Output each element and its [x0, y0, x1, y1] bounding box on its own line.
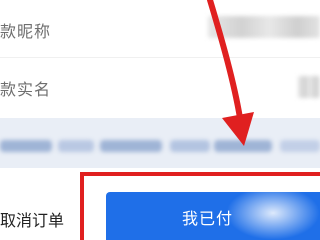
realname-row[interactable]: 款实名 — [0, 58, 320, 116]
notice-text-redacted — [214, 140, 272, 152]
notice-text-redacted — [0, 140, 52, 152]
notice-text-redacted — [100, 140, 162, 152]
i-have-paid-button[interactable]: 我已付 — [106, 192, 320, 240]
realname-label: 款实名 — [0, 80, 52, 99]
nickname-label: 款昵称 — [0, 22, 52, 41]
i-have-paid-label: 我已付 — [182, 209, 234, 228]
notice-text-redacted — [280, 140, 320, 152]
payer-info-form: 款昵称 款实名 — [0, 0, 320, 118]
notice-text-redacted — [170, 140, 210, 152]
cancel-order-button[interactable]: 取消订单 — [0, 207, 64, 231]
order-payment-screen: 款昵称 款实名 取消订单 我已付 — [0, 0, 320, 240]
nickname-value-redacted — [208, 16, 320, 38]
notice-text-redacted — [58, 140, 94, 152]
realname-value-redacted — [298, 76, 320, 98]
